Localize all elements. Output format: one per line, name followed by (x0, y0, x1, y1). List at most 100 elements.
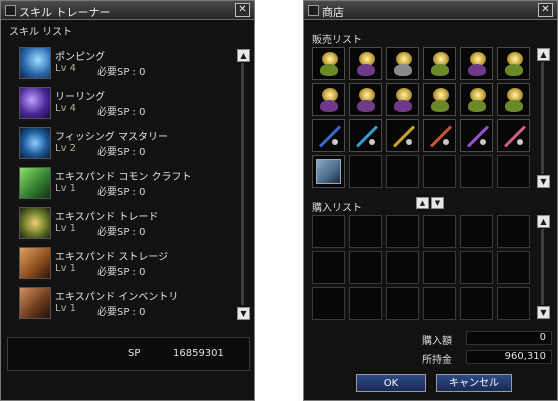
buy-item-slot[interactable] (423, 287, 456, 320)
skill-scroll-up-button[interactable]: ▲ (237, 49, 250, 62)
storage-icon (19, 247, 51, 279)
sell-item-slot[interactable] (386, 83, 419, 116)
sell-item-slot[interactable] (349, 119, 382, 152)
sell-item-slot[interactable] (423, 119, 456, 152)
buy-item-slot[interactable] (349, 251, 382, 284)
blue-rod-icon (313, 120, 344, 151)
sell-item-slot[interactable] (312, 155, 345, 188)
buy-item-slot[interactable] (423, 215, 456, 248)
sell-item-slot[interactable] (497, 47, 530, 80)
buy-item-slot[interactable] (386, 287, 419, 320)
empty-slot[interactable] (460, 155, 493, 188)
buy-item-slot[interactable] (460, 215, 493, 248)
sell-item-slot[interactable] (460, 119, 493, 152)
buy-item-slot[interactable] (460, 287, 493, 320)
fishing-mastery-icon (19, 127, 51, 159)
move-down-button[interactable]: ▼ (431, 197, 444, 209)
skill-name: リーリング (55, 92, 105, 103)
buy-item-slot[interactable] (312, 215, 345, 248)
buy-item-slot[interactable] (349, 287, 382, 320)
buy-item-slot[interactable] (386, 215, 419, 248)
buy-item-slot[interactable] (312, 251, 345, 284)
skill-level: Lv 1 (55, 183, 77, 194)
trade-icon (19, 207, 51, 239)
empty-slot[interactable] (349, 155, 382, 188)
buy-item-slot[interactable] (349, 215, 382, 248)
purple-lure-icon (313, 84, 344, 115)
skill-row[interactable]: エキスパンド トレード Lv 1 必要SP : 0 (19, 205, 231, 243)
empty-slot[interactable] (497, 155, 530, 188)
sell-item-slot[interactable] (423, 83, 456, 116)
buy-scroll-down-button[interactable]: ▼ (537, 306, 550, 319)
sell-item-slot[interactable] (349, 47, 382, 80)
sell-item-slot[interactable] (460, 47, 493, 80)
skill-level: Lv 4 (55, 63, 77, 74)
sell-scroll-up-button[interactable]: ▲ (537, 48, 550, 61)
sell-item-slot[interactable] (460, 83, 493, 116)
buy-scrollbar-track[interactable] (541, 229, 544, 305)
empty-slot[interactable] (423, 155, 456, 188)
purple-lure-icon (387, 84, 418, 115)
shop-titlebar[interactable]: 商店 ✕ (304, 1, 557, 20)
buy-item-slot[interactable] (423, 251, 456, 284)
buy-list (312, 215, 534, 320)
skill-row[interactable]: フィッシング マスタリー Lv 2 必要SP : 0 (19, 125, 231, 163)
book-icon (316, 159, 341, 184)
skill-row[interactable]: エキスパンド インベントリ Lv 1 必要SP : 0 (19, 285, 231, 323)
ok-button[interactable]: OK (356, 374, 426, 392)
empty-slot[interactable] (386, 155, 419, 188)
sell-item-slot[interactable] (497, 83, 530, 116)
sell-item-slot[interactable] (349, 83, 382, 116)
skill-scrollbar-track[interactable] (241, 63, 244, 305)
skill-required-sp: 必要SP : 0 (97, 187, 146, 198)
gold-rod-icon (387, 120, 418, 151)
cyan-rod-icon (350, 120, 381, 151)
skill-scroll-down-button[interactable]: ▼ (237, 307, 250, 320)
violet-rod-icon (461, 120, 492, 151)
buy-item-slot[interactable] (386, 251, 419, 284)
purple-lure-icon (350, 84, 381, 115)
skill-name: ポンピング (55, 52, 105, 63)
green-lure-icon (461, 84, 492, 115)
skill-row[interactable]: ポンピング Lv 4 必要SP : 0 (19, 45, 231, 83)
money-value: 960,310 (466, 350, 552, 364)
buy-item-slot[interactable] (497, 287, 530, 320)
purchase-amount-value: 0 (466, 331, 552, 345)
skill-level: Lv 2 (55, 143, 77, 154)
skill-level: Lv 1 (55, 223, 77, 234)
purple-lure-icon (461, 48, 492, 79)
green-lure-icon (313, 48, 344, 79)
sell-item-slot[interactable] (386, 119, 419, 152)
sell-item-slot[interactable] (312, 47, 345, 80)
skill-required-sp: 必要SP : 0 (97, 67, 146, 78)
cancel-button[interactable]: キャンセル (436, 374, 512, 392)
skill-row[interactable]: リーリング Lv 4 必要SP : 0 (19, 85, 231, 123)
buy-scroll-up-button[interactable]: ▲ (537, 215, 550, 228)
sell-item-slot[interactable] (312, 119, 345, 152)
red-rod-icon (424, 120, 455, 151)
buy-item-slot[interactable] (312, 287, 345, 320)
sell-list (312, 47, 534, 189)
sell-item-slot[interactable] (312, 83, 345, 116)
sell-item-slot[interactable] (386, 47, 419, 80)
buy-item-slot[interactable] (460, 251, 493, 284)
sell-item-slot[interactable] (497, 119, 530, 152)
skill-name: エキスパンド ストレージ (55, 252, 169, 263)
skill-level: Lv 1 (55, 303, 77, 314)
purple-lure-icon (350, 48, 381, 79)
common-craft-icon (19, 167, 51, 199)
skill-row[interactable]: エキスパンド コモン クラフト Lv 1 必要SP : 0 (19, 165, 231, 203)
sell-scrollbar-track[interactable] (541, 62, 544, 174)
money-label: 所持金 (422, 355, 452, 366)
skill-trainer-window: スキル トレーナー ✕ スキル リスト ポンピング Lv 4 必要SP : 0 リーリ… (0, 0, 255, 401)
move-up-button[interactable]: ▲ (416, 197, 429, 209)
skill-row[interactable]: エキスパンド ストレージ Lv 1 必要SP : 0 (19, 245, 231, 283)
shop-close-button[interactable]: ✕ (538, 3, 553, 17)
sell-item-slot[interactable] (423, 47, 456, 80)
buy-item-slot[interactable] (497, 215, 530, 248)
buy-list-label: 購入リスト (312, 203, 362, 214)
buy-item-slot[interactable] (497, 251, 530, 284)
sp-panel: SP 16859301 (7, 337, 250, 371)
pumping-icon (19, 47, 51, 79)
sell-scroll-down-button[interactable]: ▼ (537, 175, 550, 188)
